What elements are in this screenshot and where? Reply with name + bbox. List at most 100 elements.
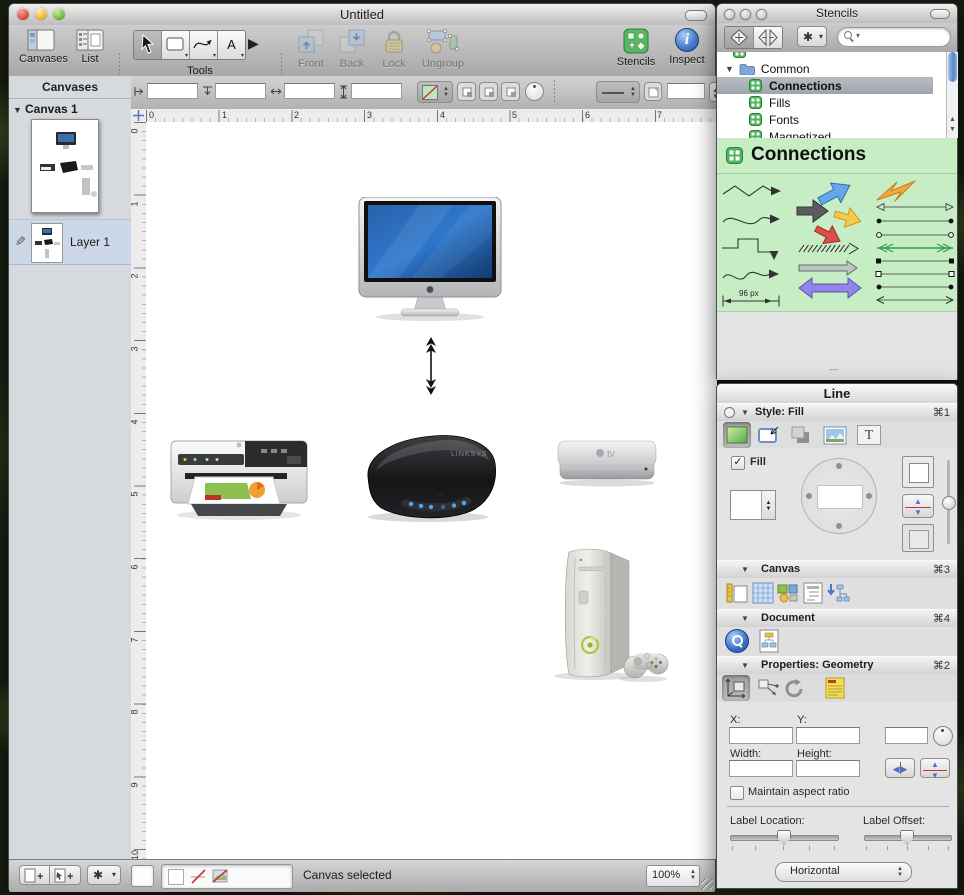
canvas-object-vertical-double-arrow[interactable] [423,337,439,395]
back-button[interactable]: Back [333,28,371,70]
document-data-tab[interactable] [755,628,783,654]
color-well-stepper[interactable]: ▲▼ [761,491,775,519]
shadow-style-button-1[interactable] [457,82,476,101]
main-titlebar[interactable]: Untitled [9,4,715,26]
fill-style-tab[interactable] [723,422,751,448]
window-resize-grip[interactable] [701,878,713,890]
gradient-direction-dial[interactable] [801,458,877,534]
stencils-toolbar-button[interactable]: Stencils [613,28,659,68]
fill-checkbox[interactable]: ✓ [731,456,745,470]
zoom-stepper[interactable]: ▲▼ [690,869,696,881]
scrollbar-thumb[interactable] [948,52,957,82]
tools-expand-button[interactable]: ▶ [248,35,259,52]
line-tool-button[interactable]: ▾ [190,31,218,59]
shape-tool-button[interactable]: ▾ [162,31,190,59]
canvas-disclosure-triangle[interactable]: ▼ [13,105,22,115]
canvas-hierarchy-tab[interactable] [824,580,852,606]
label-location-thumb[interactable] [777,830,791,845]
new-layer-button[interactable]: + [50,865,81,885]
pane-resize-handle[interactable]: — [829,364,838,374]
zoom-control[interactable]: 100% ▲▼ [646,865,700,887]
stencil-search-field[interactable]: ▾ [837,27,951,47]
canvas-object-wireless-router[interactable]: LINKSYS .... [353,425,503,525]
stencil-view-split-button[interactable] [754,27,782,48]
stencil-item-fonts[interactable]: Fonts [717,111,933,128]
new-canvas-button[interactable]: + [19,865,50,885]
document-zoom-tab[interactable] [723,628,751,654]
flip-vertical-button[interactable]: ▲ ▼ [920,758,950,778]
scroll-up-arrow[interactable]: ▲ [949,116,956,123]
scroll-down-arrow[interactable]: ▼ [949,126,956,133]
no-image-swatch[interactable] [212,869,229,884]
height-field[interactable] [351,83,402,99]
canvases-button[interactable]: Canvases [19,29,63,65]
orientation-dropdown[interactable]: Horizontal ▲▼ [775,862,912,882]
document-section-header[interactable]: ▼ Document ⌘4 [717,609,957,628]
shadow-style-button-3[interactable] [501,82,520,101]
note-properties-tab[interactable] [821,675,849,701]
rotation-properties-tab[interactable] [781,675,809,701]
toolbar-toggle-widget[interactable] [930,9,950,19]
y-position-field[interactable] [215,83,266,99]
label-offset-thumb[interactable] [900,830,914,845]
rotation-dial[interactable] [525,82,544,101]
toolbar-toggle-widget[interactable] [685,10,707,21]
x-position-field[interactable] [147,83,198,99]
stencil-item-connections[interactable]: Connections [717,77,933,94]
dial-dot-right[interactable] [866,493,872,499]
folder-disclosure-triangle[interactable]: ▼ [725,64,734,74]
dial-dot-left[interactable] [806,493,812,499]
canvas-size-tab[interactable] [723,580,751,606]
inspector-titlebar[interactable]: Line [717,384,957,404]
shadow-style-tab[interactable] [787,422,815,448]
canvas-outline-tab[interactable] [799,580,827,606]
maintain-aspect-checkbox[interactable] [730,786,744,800]
canvas-color-swatch[interactable] [131,865,154,887]
line-end-button[interactable] [644,82,662,101]
canvas-object-imac[interactable] [357,197,503,322]
stencil-preview-shapes[interactable]: 96 px [717,174,957,311]
canvas-object-xbox-360[interactable] [539,543,669,686]
rotation-dial[interactable] [933,726,953,746]
fill-swap-stepper-button[interactable]: ▲ ▼ [902,494,934,518]
inspect-button[interactable]: i Inspect [665,28,709,66]
geometry-rotation-field[interactable] [885,727,928,744]
stencil-item-fills[interactable]: Fills [717,94,933,111]
text-tool-button[interactable]: A ▾ [218,31,245,59]
selection-tool-button[interactable] [134,31,162,59]
canvas-object-apple-tv[interactable]: tv [554,438,660,488]
stencil-folder-row[interactable]: ▼ Common [717,60,933,77]
sidebar-item-canvas1[interactable]: Canvas 1 [25,102,78,116]
geometry-height-field[interactable] [796,760,860,777]
image-style-tab[interactable] [821,422,849,448]
geometry-width-field[interactable] [729,760,793,777]
canvas-grid-tab[interactable] [749,580,777,606]
layer-action-menu-button[interactable]: ✱ ▾ [87,865,121,885]
line-style-dropdown[interactable]: ▲▼ [596,81,640,103]
canvas-thumbnail[interactable] [31,119,99,213]
stencil-action-menu-button[interactable]: ✱ ▾ [797,26,827,47]
width-field[interactable] [284,83,335,99]
style-section-header[interactable]: ▼ Style: Fill ⌘1 [717,403,957,422]
dial-dot-top[interactable] [836,463,842,469]
stencils-titlebar[interactable]: Stencils [717,4,957,24]
canvas-object-printer[interactable] [165,425,313,525]
disclosure-triangle[interactable]: ▼ [741,408,749,417]
geometry-section-header[interactable]: ▼ Properties: Geometry ⌘2 [717,656,957,675]
lock-button[interactable]: Lock [377,28,411,70]
search-input[interactable] [864,29,948,45]
disclosure-triangle[interactable]: ▼ [741,661,749,670]
fill-style-swatch[interactable] [168,869,184,885]
canvas-arrange-tab[interactable] [774,580,802,606]
dial-dot-bottom[interactable] [836,523,842,529]
fill-blend-slider-thumb[interactable] [942,496,956,510]
stencil-view-single-button[interactable] [725,27,754,48]
shadow-style-button-2[interactable] [479,82,498,101]
pencil-icon[interactable]: ✎ [11,236,27,247]
fill-color-well[interactable]: ▲▼ [730,490,776,520]
canvas-section-header[interactable]: ▼ Canvas ⌘3 [717,560,957,579]
fill-bottom-swatch-button[interactable] [902,524,934,552]
line-width-field[interactable] [667,83,705,99]
flip-horizontal-button[interactable]: ◀▶ [885,758,915,778]
front-button[interactable]: Front [291,28,331,70]
